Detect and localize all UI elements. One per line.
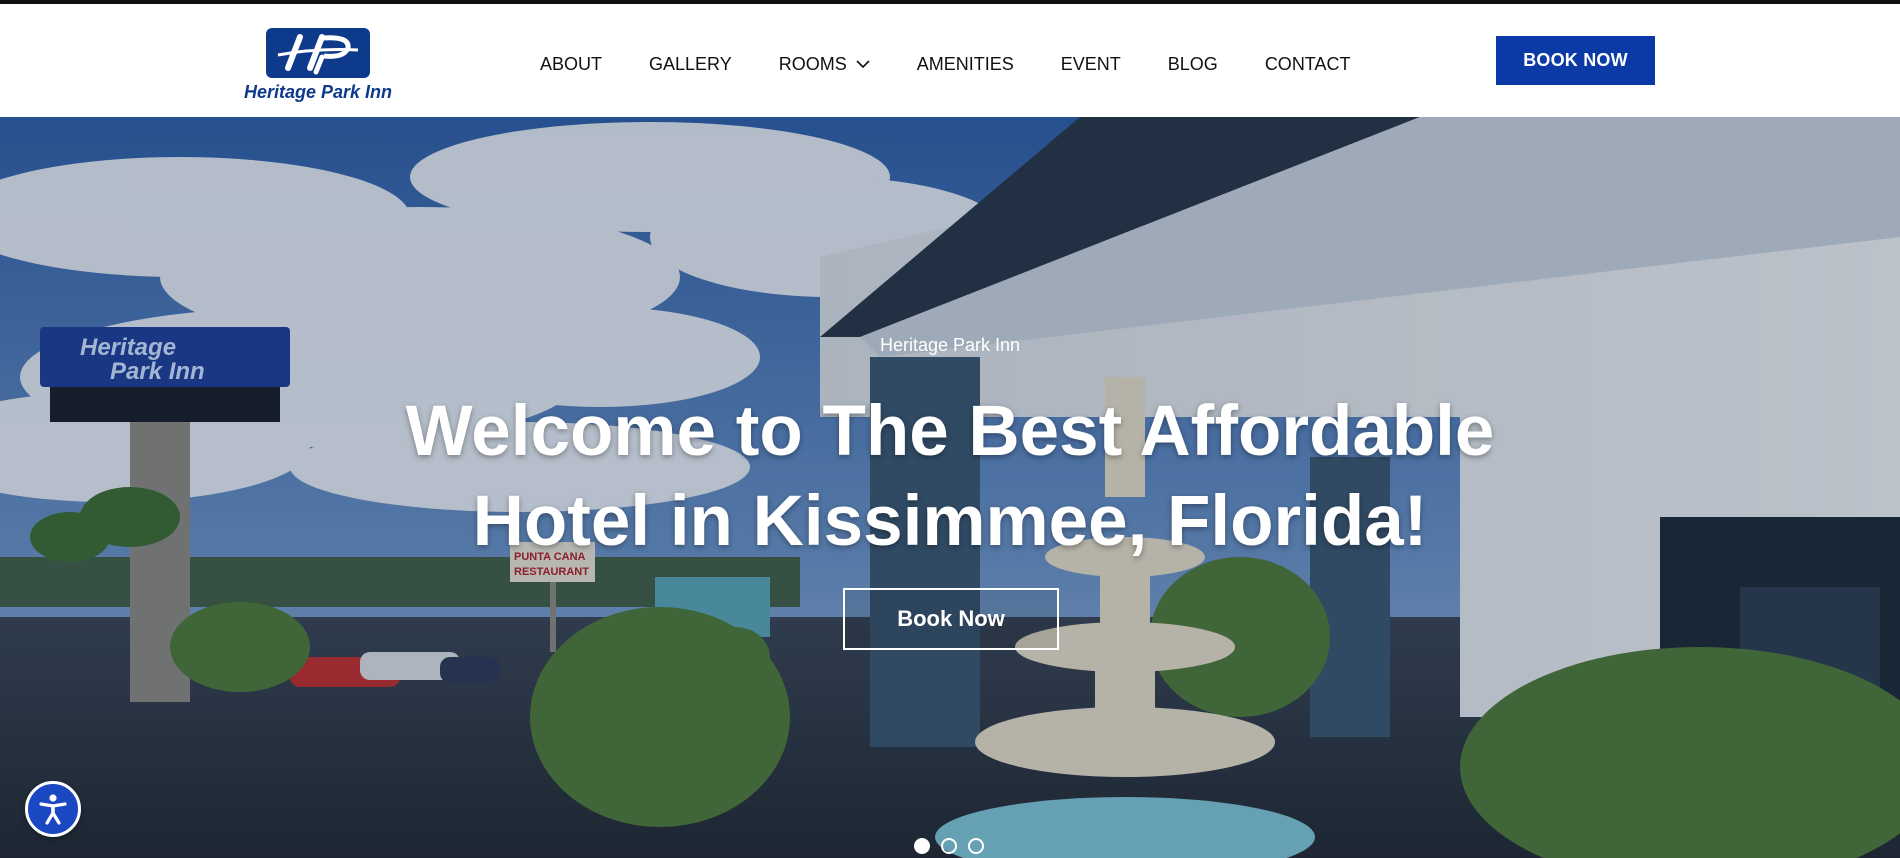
nav-label-amenities: AMENITIES	[916, 53, 1014, 74]
nav-label-about: ABOUT	[540, 53, 603, 74]
slider-dot-1[interactable]	[914, 838, 930, 854]
nav-label-gallery: GALLERY	[649, 53, 732, 74]
hero-title: Welcome to The Best Affordable Hotel in …	[405, 392, 1495, 561]
hero-eyebrow: Heritage Park Inn	[879, 335, 1021, 355]
nav-item-contact[interactable]: CONTACT	[1265, 54, 1351, 75]
nav-label-rooms: ROOMS	[778, 53, 847, 74]
book-now-button[interactable]: BOOK NOW	[1496, 36, 1655, 85]
logo-text: Heritage Park Inn	[243, 82, 393, 102]
nav-item-about[interactable]: ABOUT	[540, 54, 602, 75]
accessibility-button[interactable]	[25, 781, 81, 837]
slider-pagination	[914, 838, 995, 854]
hero-slider: Heritage Park Inn PUNTA CANA RESTAURANT	[0, 117, 1900, 858]
nav-item-blog[interactable]: BLOG	[1168, 54, 1218, 75]
nav-item-rooms[interactable]: ROOMS	[779, 54, 870, 75]
slider-dot-2[interactable]	[941, 838, 957, 854]
chevron-down-icon	[856, 59, 870, 68]
slider-dot-3[interactable]	[968, 838, 984, 854]
main-nav: ABOUT GALLERY ROOMS AMENITIES EVENT BLOG…	[540, 50, 1350, 78]
nav-item-amenities[interactable]: AMENITIES	[917, 54, 1014, 75]
site-logo[interactable]: Heritage Park Inn	[240, 28, 396, 108]
nav-item-event[interactable]: EVENT	[1061, 54, 1121, 75]
nav-label-event: EVENT	[1060, 53, 1121, 74]
nav-item-gallery[interactable]: GALLERY	[649, 54, 732, 75]
nav-label-blog: BLOG	[1167, 53, 1218, 74]
nav-label-contact: CONTACT	[1264, 53, 1351, 74]
accessibility-icon	[39, 794, 67, 825]
hp-logo-icon	[266, 28, 370, 78]
site-header: Heritage Park Inn ABOUT GALLERY ROOMS AM…	[0, 4, 1900, 117]
hero-book-now-button[interactable]: Book Now	[843, 588, 1059, 650]
